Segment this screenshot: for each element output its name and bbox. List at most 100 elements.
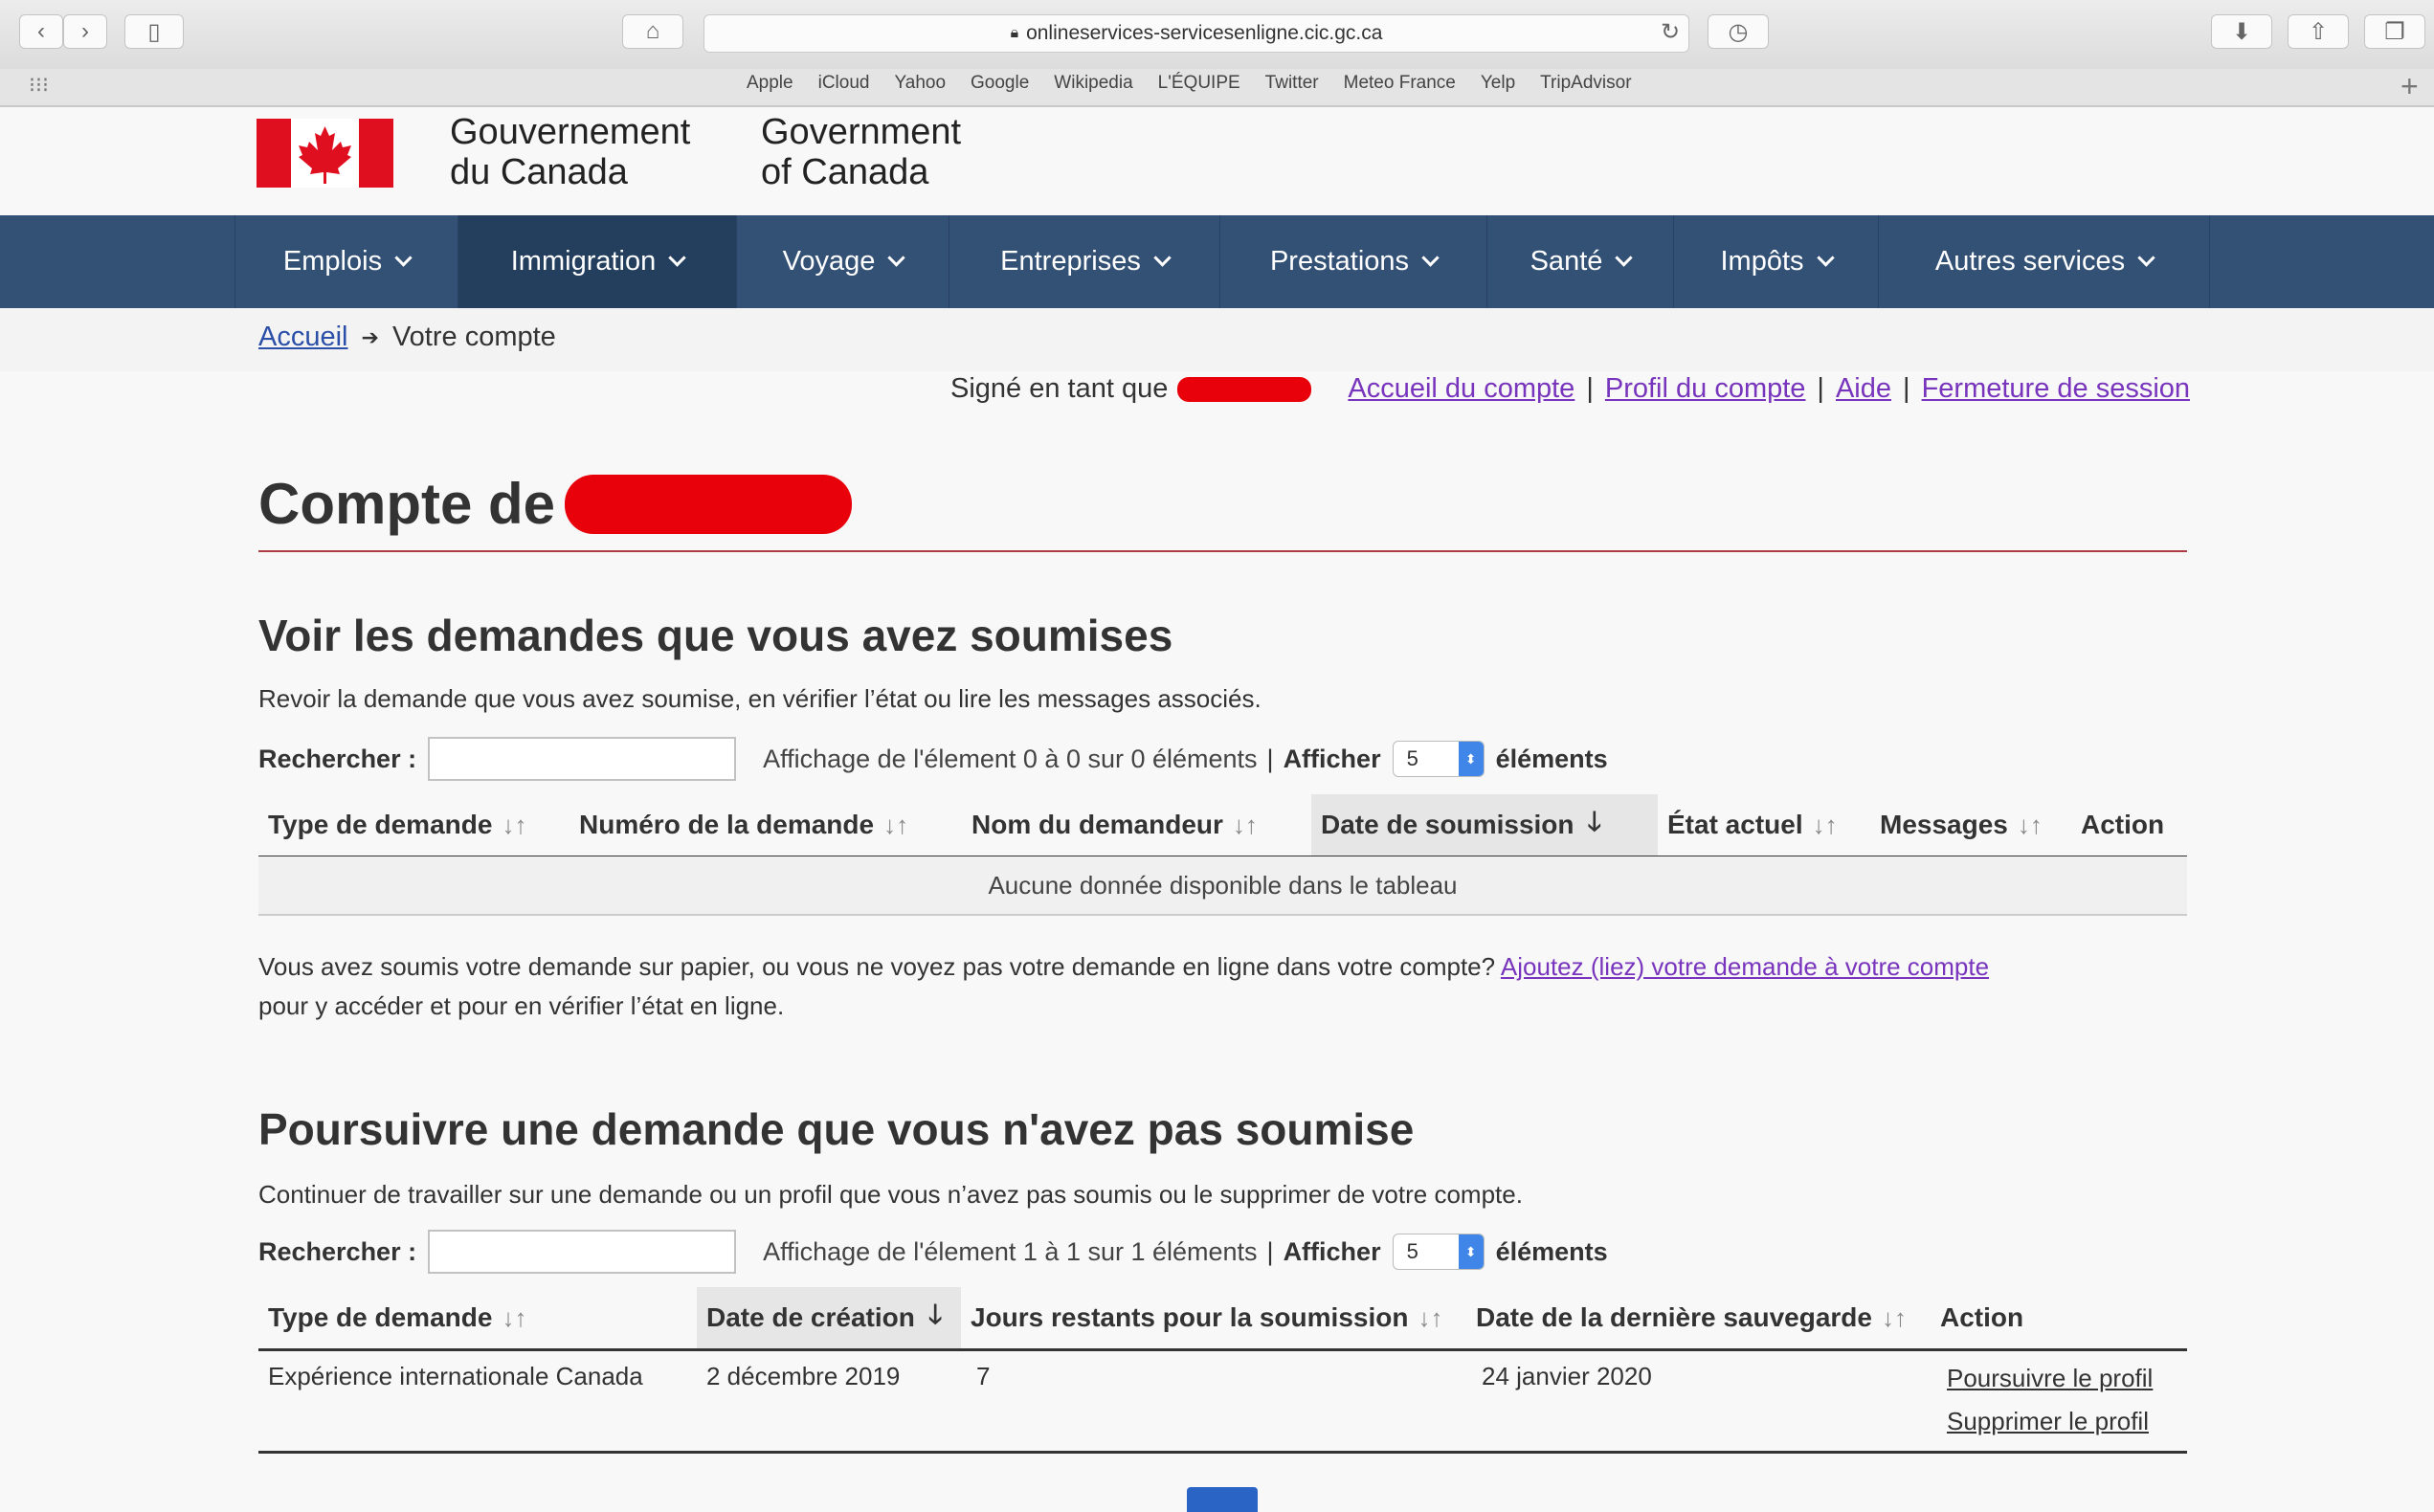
history-icon[interactable]: ◷ [1708, 14, 1769, 49]
cell-type: Expérience internationale Canada [268, 1362, 643, 1390]
submitted-description: Revoir la demande que vous avez soumise,… [258, 684, 1262, 713]
grid-icon[interactable]: ⁝⁝⁝ [29, 73, 49, 98]
submitted-search-input[interactable] [428, 737, 737, 781]
nav-autres-services[interactable]: Autres services [1878, 215, 2210, 308]
nav-prestations[interactable]: Prestations [1219, 215, 1486, 308]
link-application-link[interactable]: Ajoutez (liez) votre demande à votre com… [1501, 952, 1989, 981]
account-home-link[interactable]: Accueil du compte [1348, 373, 1574, 405]
bookmark-item[interactable]: Google [971, 73, 1029, 100]
col-nom-demandeur[interactable]: Nom du demandeur ↓↑ [962, 794, 1311, 856]
breadcrumb-home-link[interactable]: Accueil [258, 322, 348, 353]
bookmark-item[interactable]: Twitter [1265, 73, 1319, 100]
redacted-username [1177, 376, 1312, 402]
chevron-down-icon [1615, 249, 1634, 267]
col-numero-demande[interactable]: Numéro de la demande ↓↑ [569, 794, 962, 856]
signed-in-label: Signé en tant que [950, 373, 1169, 404]
sort-icon: ↓↑ [883, 810, 909, 839]
redacted-name [565, 474, 853, 534]
bookmark-item[interactable]: Wikipedia [1054, 73, 1132, 100]
show-label: Afficher [1283, 1236, 1381, 1266]
sort-icon: ↓↑ [502, 1302, 527, 1332]
help-link[interactable]: Aide [1836, 373, 1891, 405]
delete-profile-link[interactable]: Supprimer le profil [1947, 1407, 2149, 1436]
search-label: Rechercher : [258, 744, 417, 773]
address-bar[interactable]: 🔒︎ onlineservices-servicesenligne.cic.gc… [703, 14, 1689, 53]
new-tab-icon[interactable]: + [2401, 69, 2419, 104]
submitted-heading: Voir les demandes que vous avez soumises [258, 611, 1173, 660]
table-info: Affichage de l'élement 1 à 1 sur 1 éléme… [763, 1236, 1258, 1266]
nav-entreprises[interactable]: Entreprises [949, 215, 1219, 308]
col-type-demande[interactable]: Type de demande ↓↑ [258, 794, 569, 856]
nav-sante[interactable]: Santé [1486, 215, 1673, 308]
main-menu: Emplois Immigration Voyage Entreprises P… [0, 215, 2434, 308]
canada-flag-icon [257, 119, 393, 188]
continue-profile-link[interactable]: Poursuivre le profil [1947, 1364, 2153, 1393]
share-icon[interactable]: ⇧ [2288, 14, 2349, 49]
gov-name-fr[interactable]: Gouvernement du Canada [450, 112, 690, 192]
empty-table-row: Aucune donnée disponible dans le tableau [258, 856, 2187, 916]
nav-impots[interactable]: Impôts [1673, 215, 1878, 308]
url-text: onlineservices-servicesenligne.cic.gc.ca [1026, 22, 1383, 44]
bookmark-item[interactable]: TripAdvisor [1540, 73, 1631, 100]
col-type-demande[interactable]: Type de demande ↓↑ [258, 1287, 697, 1348]
sort-icon: ↓↑ [1418, 1302, 1443, 1332]
page-title: Compte de [258, 471, 853, 537]
col-date-creation[interactable]: Date de création 🡓 [697, 1287, 961, 1348]
show-suffix: éléments [1495, 1236, 1608, 1266]
submitted-page-size-select[interactable]: 5 ⬍ [1392, 741, 1485, 777]
sidebar-toggle-icon[interactable]: ▯ [124, 14, 184, 49]
tabs-icon[interactable]: ❐ [2364, 14, 2425, 49]
home-icon[interactable]: ⌂ [622, 14, 683, 49]
col-etat-actuel[interactable]: État actuel ↓↑ [1658, 794, 1870, 856]
bookmark-item[interactable]: L'ÉQUIPE [1158, 73, 1240, 100]
reload-icon[interactable]: ↻ [1651, 14, 1689, 49]
bookmark-item[interactable]: iCloud [818, 73, 870, 100]
back-button[interactable]: ‹ [19, 14, 63, 49]
submitted-controls: Rechercher : Affichage de l'élement 0 à … [258, 737, 1608, 781]
col-date-soumission[interactable]: Date de soumission 🡓 [1311, 794, 1658, 856]
bookmark-item[interactable]: Yahoo [894, 73, 946, 100]
sort-icon: ↓↑ [1232, 810, 1258, 839]
unsubmitted-table-header: Type de demande ↓↑ Date de création 🡓 Jour… [258, 1287, 2187, 1351]
arrow-right-icon: ➔ [361, 324, 379, 349]
sort-icon: ↓↑ [502, 810, 527, 839]
sort-desc-icon: 🡓 [927, 1300, 943, 1329]
bookmark-item[interactable]: Apple [747, 73, 793, 100]
submitted-table-header: Type de demande ↓↑ Numéro de la demande ↓↑… [258, 794, 2187, 858]
chevron-down-icon [1816, 249, 1835, 267]
back-to-top-button[interactable] [1187, 1487, 1258, 1512]
breadcrumb-current: Votre compte [391, 322, 556, 352]
browser-toolbar: ‹ › ▯ ⌂ 🔒︎ onlineservices-servicesenlign… [0, 0, 2434, 69]
account-profile-link[interactable]: Profil du compte [1605, 373, 1806, 405]
col-jours-restants[interactable]: Jours restants pour la soumission ↓↑ [961, 1287, 1466, 1348]
unsubmitted-page-size-select[interactable]: 5 ⬍ [1392, 1234, 1485, 1270]
cell-last-saved: 24 janvier 2020 [1482, 1362, 1652, 1390]
col-action: Action [1940, 1302, 2024, 1332]
select-arrows-icon: ⬍ [1458, 742, 1484, 776]
downloads-icon[interactable]: ⬇ [2211, 14, 2272, 49]
unsubmitted-search-input[interactable] [428, 1230, 737, 1274]
col-messages[interactable]: Messages ↓↑ [1870, 794, 2071, 856]
sort-icon: ↓↑ [1812, 810, 1838, 839]
table-bottom-rule [258, 1451, 2187, 1454]
table-info: Affichage de l'élement 0 à 0 sur 0 éléme… [763, 744, 1258, 773]
unsubmitted-heading: Poursuivre une demande que vous n'avez p… [258, 1104, 1415, 1154]
select-arrows-icon: ⬍ [1458, 1234, 1484, 1269]
bookmark-item[interactable]: Yelp [1481, 73, 1515, 100]
nav-immigration[interactable]: Immigration [458, 215, 736, 308]
search-label: Rechercher : [258, 1236, 417, 1266]
gov-name-en[interactable]: Government of Canada [761, 112, 961, 192]
paper-application-note: Vous avez soumis votre demande sur papie… [258, 952, 1990, 1020]
bookmark-item[interactable]: Meteo France [1344, 73, 1456, 100]
breadcrumb: Accueil ➔ Votre compte [258, 322, 556, 353]
forward-button[interactable]: › [63, 14, 107, 49]
sign-out-link[interactable]: Fermeture de session [1922, 373, 2190, 405]
nav-emplois[interactable]: Emplois [234, 215, 458, 308]
nav-voyage[interactable]: Voyage [736, 215, 949, 308]
lock-icon: 🔒︎ [1010, 25, 1019, 41]
sort-icon: ↓↑ [1881, 1302, 1907, 1332]
col-derniere-sauvegarde[interactable]: Date de la dernière sauvegarde ↓↑ [1466, 1287, 1931, 1348]
cell-days-left: 7 [976, 1362, 991, 1390]
sort-desc-icon: 🡓 [1587, 807, 1602, 836]
chevron-down-icon [1421, 249, 1440, 267]
